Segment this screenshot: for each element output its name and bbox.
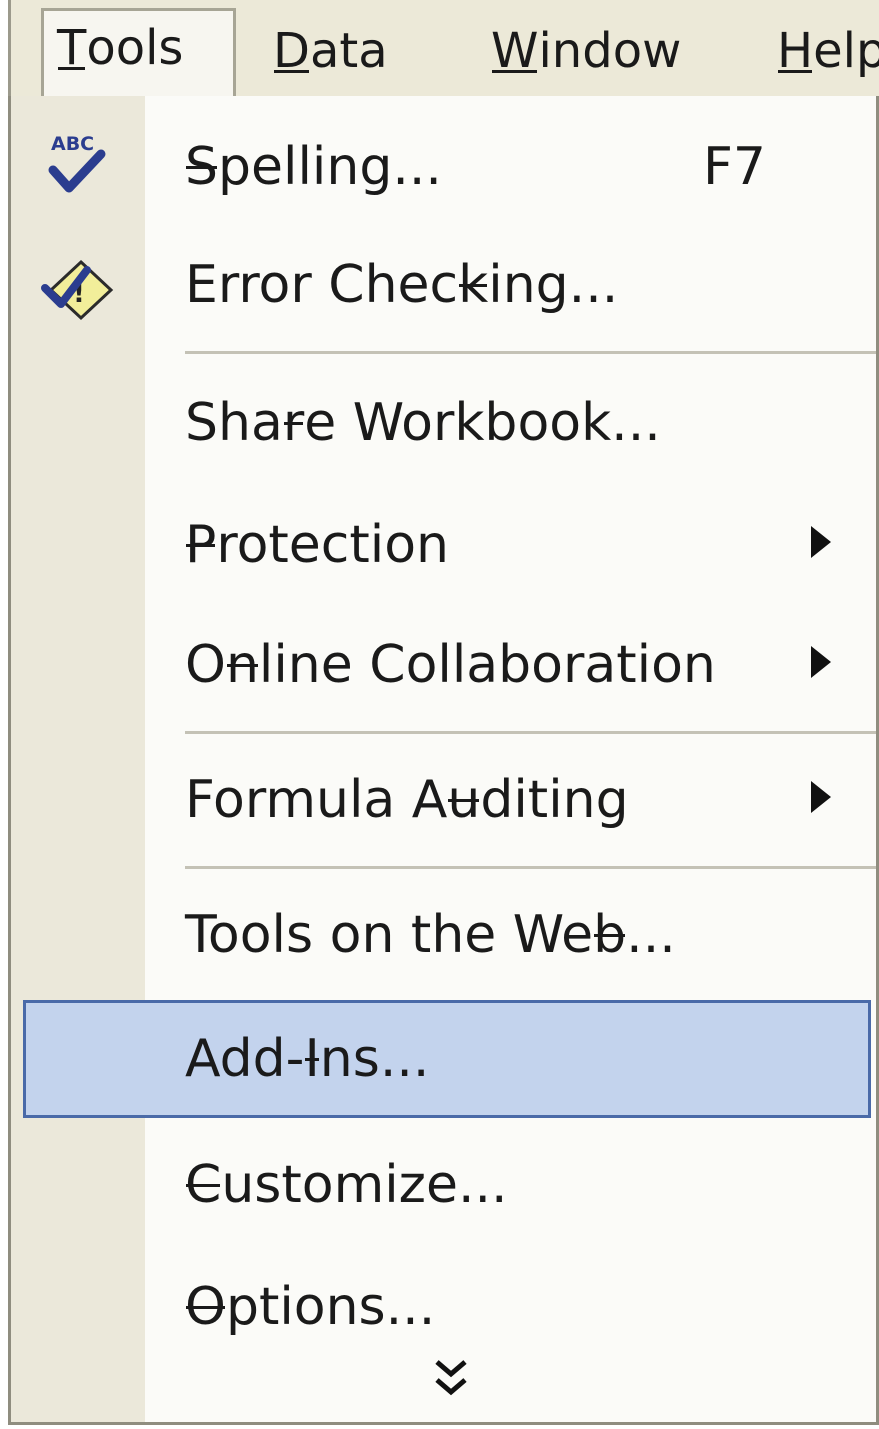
excel-tools-menu-screenshot: Tools Data Window Help ABC Spelling... F… (0, 0, 879, 1429)
menu-item-label: Error Checking... (185, 255, 619, 315)
menu-item-label: Online Collaboration (185, 635, 716, 695)
menu-tools-label-rest: ools (86, 20, 184, 76)
menu-window-label-rest: indow (538, 23, 682, 79)
menu-item-tools-on-the-web[interactable]: Tools on the Web... (11, 876, 876, 994)
double-chevron-down-icon[interactable] (431, 1358, 471, 1402)
menu-item-label: Protection (185, 515, 449, 575)
menu-bar: Tools Data Window Help (8, 0, 879, 100)
menu-item-label: Share Workbook... (185, 393, 661, 453)
menu-item-formula-auditing[interactable]: Formula Auditing (11, 741, 876, 859)
menu-separator (185, 866, 876, 869)
menu-help-mnemonic: H (777, 23, 814, 79)
menu-item-options[interactable]: Options... (11, 1248, 876, 1366)
submenu-arrow-icon (811, 646, 831, 678)
submenu-arrow-icon (811, 781, 831, 813)
menu-item-protection[interactable]: Protection (11, 486, 876, 604)
tools-dropdown-menu: ABC Spelling... F7 ! Error Checking... S… (8, 96, 879, 1425)
menu-item-label: Customize... (185, 1155, 508, 1215)
menu-item-label: Formula Auditing (185, 770, 629, 830)
menu-item-label: Spelling... (185, 137, 442, 197)
menu-separator (185, 731, 876, 734)
menu-item-customize[interactable]: Customize... (11, 1126, 876, 1244)
menu-item-spelling[interactable]: ABC Spelling... F7 (11, 108, 876, 226)
menu-window-mnemonic: W (491, 23, 539, 79)
error-checking-icon: ! (41, 259, 114, 321)
menu-data-label-rest: ata (309, 23, 388, 79)
menu-item-add-ins[interactable]: Add-Ins... (23, 1000, 871, 1118)
menu-separator (185, 351, 876, 354)
submenu-arrow-icon (811, 526, 831, 558)
spelling-abc-check-icon: ABC (48, 133, 106, 193)
menu-item-label: Options... (185, 1277, 436, 1337)
menu-item-error-checking[interactable]: ! Error Checking... (11, 226, 876, 344)
menu-item-label: Tools on the Web... (185, 905, 676, 965)
svg-text:ABC: ABC (51, 133, 94, 155)
menu-data[interactable]: Data (273, 14, 388, 96)
menu-help-label-rest: elp (813, 23, 879, 79)
menu-window[interactable]: Window (491, 14, 681, 96)
menu-item-online-collaboration[interactable]: Online Collaboration (11, 606, 876, 724)
menu-item-share-workbook[interactable]: Share Workbook... (11, 364, 876, 482)
menu-tools[interactable]: Tools (41, 8, 236, 100)
menu-data-mnemonic: D (273, 23, 310, 79)
menu-tools-mnemonic: T (57, 20, 87, 76)
menu-help[interactable]: Help (777, 14, 879, 96)
menu-item-label: Add-Ins... (185, 1029, 430, 1089)
shortcut-f7: F7 (703, 137, 766, 197)
